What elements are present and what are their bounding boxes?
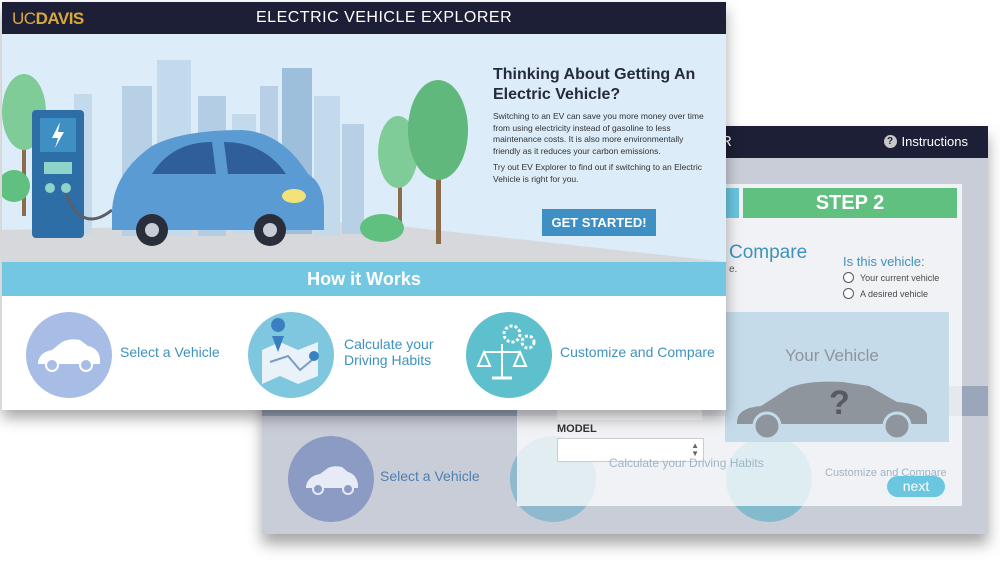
- hero-paragraph-1: Switching to an EV can save you more mon…: [493, 111, 704, 156]
- radio-label: A desired vehicle: [860, 288, 929, 299]
- back-step-select-vehicle: Select a Vehicle: [380, 468, 480, 484]
- unknown-car-icon: ?: [737, 381, 927, 441]
- is-this-vehicle-label: Is this vehicle:: [843, 254, 925, 269]
- how-it-works-title: How it Works: [307, 269, 421, 289]
- hero-paragraph-2: Try out EV Explorer to find out if switc…: [493, 162, 702, 184]
- step-calculate-driving[interactable]: Calculate your Driving Habits: [344, 336, 434, 368]
- customize-compare-circle[interactable]: [466, 312, 552, 398]
- hero-title: Thinking About Getting An Electric Vehic…: [493, 66, 696, 103]
- ucdavis-logo[interactable]: UCDAVIS: [12, 9, 84, 29]
- next-button[interactable]: next: [887, 476, 945, 497]
- back-step-calculate: Calculate your Driving Habits: [609, 456, 764, 470]
- radio-desired-vehicle[interactable]: A desired vehicle: [843, 288, 928, 299]
- model-label: MODEL: [557, 423, 597, 435]
- instructions-link[interactable]: ? Instructions: [883, 134, 968, 149]
- question-icon: ?: [883, 135, 897, 148]
- step-select-vehicle[interactable]: Select a Vehicle: [120, 344, 220, 360]
- map-pin-icon: [262, 318, 319, 384]
- compare-heading: Compare: [729, 242, 808, 263]
- driving-habits-circle[interactable]: [248, 312, 334, 398]
- your-vehicle-label: Your Vehicle: [785, 346, 879, 365]
- svg-text:?: ?: [829, 384, 850, 422]
- instructions-label: Instructions: [901, 134, 968, 149]
- radio-current-vehicle[interactable]: Your current vehicle: [843, 272, 939, 283]
- car-icon: [38, 339, 100, 372]
- app-title: ELECTRIC VEHICLE EXPLORER: [256, 9, 513, 26]
- car-icon: [306, 466, 358, 495]
- get-started-button[interactable]: GET STARTED!: [542, 209, 656, 236]
- step-customize-compare[interactable]: Customize and Compare: [560, 344, 715, 360]
- step2-tab[interactable]: STEP 2: [743, 188, 957, 218]
- select-vehicle-circle[interactable]: [26, 312, 112, 398]
- radio-circle[interactable]: [843, 288, 854, 299]
- radio-label: Your current vehicle: [860, 272, 940, 283]
- scales-gears-icon: [476, 324, 536, 380]
- compare-tail-text: e.: [729, 264, 738, 275]
- radio-circle[interactable]: [843, 272, 854, 283]
- front-app-window: UCDAVIS ELECTRIC VEHICLE EXPLORER Thinki…: [2, 2, 726, 410]
- back-select-vehicle-circle: [288, 436, 374, 522]
